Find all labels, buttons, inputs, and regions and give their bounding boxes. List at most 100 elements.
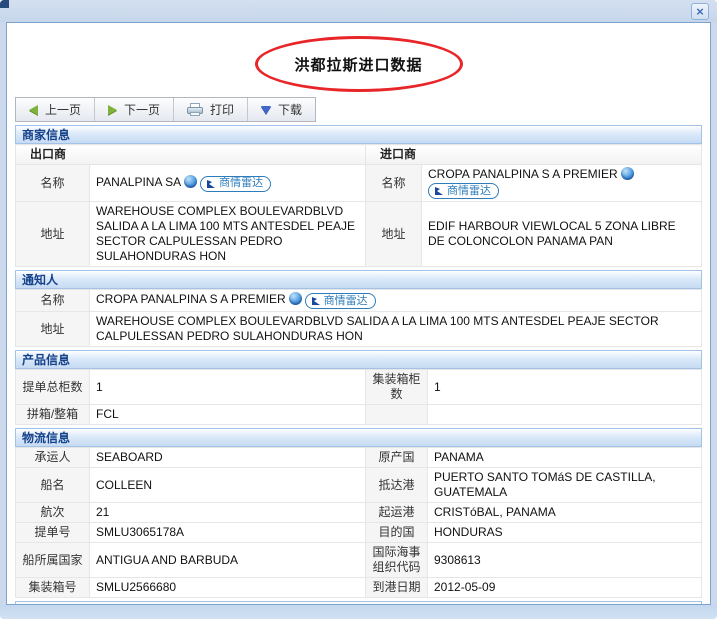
field-label: 拼箱/整箱 [16,405,90,425]
table-row: 提单号 SMLU3065178A 目的国 HONDURAS [16,523,702,543]
field-value: SMLU3065178A [90,523,366,543]
notify-name-cell: CROPA PANALPINA S A PREMIER 商情雷达 [90,290,702,312]
table-row: 名称 CROPA PANALPINA S A PREMIER 商情雷达 [16,290,702,312]
download-button[interactable]: 下载 [248,98,315,121]
close-icon[interactable]: × [691,3,709,20]
badge-label: 商情雷达 [219,176,263,191]
globe-icon[interactable] [184,175,197,188]
notify-name: CROPA PANALPINA S A PREMIER [96,292,286,306]
business-radar-badge[interactable]: 商情雷达 [305,293,376,309]
dialog-bottom-frame [0,605,717,619]
field-label: 名称 [366,165,422,202]
field-value: PANAMA [428,448,702,468]
field-value: ANTIGUA AND BARBUDA [90,543,366,578]
field-value: SEABOARD [90,448,366,468]
table-row: 航次 21 起运港 CRISTóBAL, PANAMA [16,503,702,523]
field-label: 国际海事组织代码 [366,543,428,578]
exporter-address: WAREHOUSE COMPLEX BOULEVARDBLVD SALIDA A… [90,202,366,267]
field-label: 名称 [16,165,90,202]
notify-table: 名称 CROPA PANALPINA S A PREMIER 商情雷达 地址 WA… [15,289,702,347]
field-value: 2012-05-09 [428,578,702,598]
field-value: 1 [90,370,366,405]
field-label: 集装箱柜数 [366,370,428,405]
badge-label: 商情雷达 [324,294,368,309]
radar-flag-icon [434,186,444,196]
exporter-name-cell: PANALPINA SA 商情雷达 [90,165,366,202]
field-label: 地址 [16,312,90,347]
field-label: 名称 [16,290,90,312]
printer-icon [187,103,203,116]
section-product-info: 产品信息 提单总柜数 1 集装箱柜数 1 拼箱/整箱 FCL [15,350,702,425]
exporter-name: PANALPINA SA [96,175,181,189]
dialog-titlebar [0,0,717,22]
business-radar-badge[interactable]: 商情雷达 [428,183,499,199]
toolbar: 上一页 下一页 打印 下载 [15,97,316,122]
table-row: 提单总柜数 1 集装箱柜数 1 [16,370,702,405]
prev-page-button[interactable]: 上一页 [16,98,94,121]
section-header: 通知人 [15,270,702,289]
page-title: 洪都拉斯进口数据 [258,39,460,89]
importer-column-header: 进口商 [366,145,702,165]
field-label: 提单号 [16,523,90,543]
next-page-button[interactable]: 下一页 [95,98,173,121]
next-page-label: 下一页 [124,101,160,118]
exporter-column-header: 出口商 [16,145,366,165]
field-value: 9308613 [428,543,702,578]
field-value [428,405,702,425]
field-label: 船所属国家 [16,543,90,578]
download-label: 下载 [278,101,302,118]
field-label: 原产国 [366,448,428,468]
dialog-content: 洪都拉斯进口数据 上一页 下一页 打印 下载 [6,22,711,605]
field-label: 起运港 [366,503,428,523]
notify-address: WAREHOUSE COMPLEX BOULEVARDBLVD SALIDA A… [90,312,702,347]
table-row: 船名 COLLEEN 抵达港 PUERTO SANTO TOMáS DE CAS… [16,468,702,503]
section-merchant-info: 商家信息 出口商 进口商 名称 PANALPINA SA 商情雷达 名称 CROP… [15,125,702,267]
importer-name-cell: CROPA PANALPINA S A PREMIER商情雷达 [422,165,702,202]
field-value: 21 [90,503,366,523]
section-header: 商家信息 [15,125,702,144]
field-value: CRISTóBAL, PANAMA [428,503,702,523]
table-row: 地址 WAREHOUSE COMPLEX BOULEVARDBLVD SALID… [16,312,702,347]
section-header: 产品信息 [15,350,702,369]
globe-icon[interactable] [289,292,302,305]
badge-label: 商情雷达 [447,184,491,199]
field-label: 抵达港 [366,468,428,503]
field-label: 地址 [16,202,90,267]
section-notify-party: 通知人 名称 CROPA PANALPINA S A PREMIER 商情雷达 地… [15,270,702,347]
table-row: 地址 WAREHOUSE COMPLEX BOULEVARDBLVD SALID… [16,202,702,267]
section-header: 物流信息 [15,428,702,447]
corner-accent [0,0,9,8]
table-row: 船所属国家 ANTIGUA AND BARBUDA 国际海事组织代码 93086… [16,543,702,578]
field-value: HONDURAS [428,523,702,543]
radar-flag-icon [311,296,321,306]
field-value: 1 [428,370,702,405]
field-value: SMLU2566680 [90,578,366,598]
field-label: 提单总柜数 [16,370,90,405]
field-label: 船名 [16,468,90,503]
table-row: 集装箱号 SMLU2566680 到港日期 2012-05-09 [16,578,702,598]
business-radar-badge[interactable]: 商情雷达 [200,176,271,192]
logistics-table: 承运人 SEABOARD 原产国 PANAMA 船名 COLLEEN 抵达港 P… [15,447,702,598]
field-value: FCL [90,405,366,425]
radar-flag-icon [206,179,216,189]
product-table: 提单总柜数 1 集装箱柜数 1 拼箱/整箱 FCL [15,369,702,425]
table-row: 出口商 进口商 [16,145,702,165]
field-label: 集装箱号 [16,578,90,598]
print-button[interactable]: 打印 [174,98,247,121]
field-label [366,405,428,425]
table-row: 拼箱/整箱 FCL [16,405,702,425]
field-label: 到港日期 [366,578,428,598]
field-value: COLLEEN [90,468,366,503]
prev-page-label: 上一页 [45,101,81,118]
green-left-arrow-icon [29,105,38,115]
blue-down-arrow-icon [261,106,271,114]
globe-icon[interactable] [621,167,634,180]
field-label: 航次 [16,503,90,523]
field-label: 目的国 [366,523,428,543]
field-label: 承运人 [16,448,90,468]
print-label: 打印 [210,101,234,118]
green-right-arrow-icon [108,105,117,115]
field-value: PUERTO SANTO TOMáS DE CASTILLA, GUATEMAL… [428,468,702,503]
table-row: 名称 PANALPINA SA 商情雷达 名称 CROPA PANALPINA S… [16,165,702,202]
merchant-table: 出口商 进口商 名称 PANALPINA SA 商情雷达 名称 CROPA PAN… [15,144,702,267]
